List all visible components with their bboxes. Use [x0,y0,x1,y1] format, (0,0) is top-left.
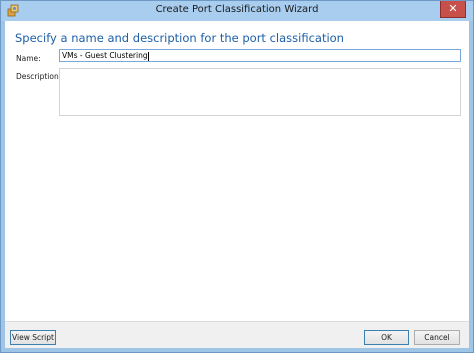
button-bar: View Script OK Cancel [5,321,469,348]
window-title: Create Port Classification Wizard [155,4,319,15]
description-field[interactable] [59,68,461,116]
close-icon[interactable]: ✕ [440,1,466,18]
cancel-button[interactable]: Cancel [414,330,460,345]
view-script-button[interactable]: View Script [10,330,56,345]
name-field[interactable]: VMs - Guest Clustering [59,49,461,62]
wizard-window: Create Port Classification Wizard ✕ Spec… [0,0,474,353]
text-caret [147,51,149,61]
name-label: Name: [16,54,41,63]
page-heading: Specify a name and description for the p… [15,31,344,45]
title-bar[interactable]: Create Port Classification Wizard ✕ [1,1,473,21]
dialog-body: Specify a name and description for the p… [5,21,469,348]
name-field-value: VMs - Guest Clustering [62,51,148,60]
description-label: Description: [16,72,62,81]
ok-button[interactable]: OK [364,330,409,345]
